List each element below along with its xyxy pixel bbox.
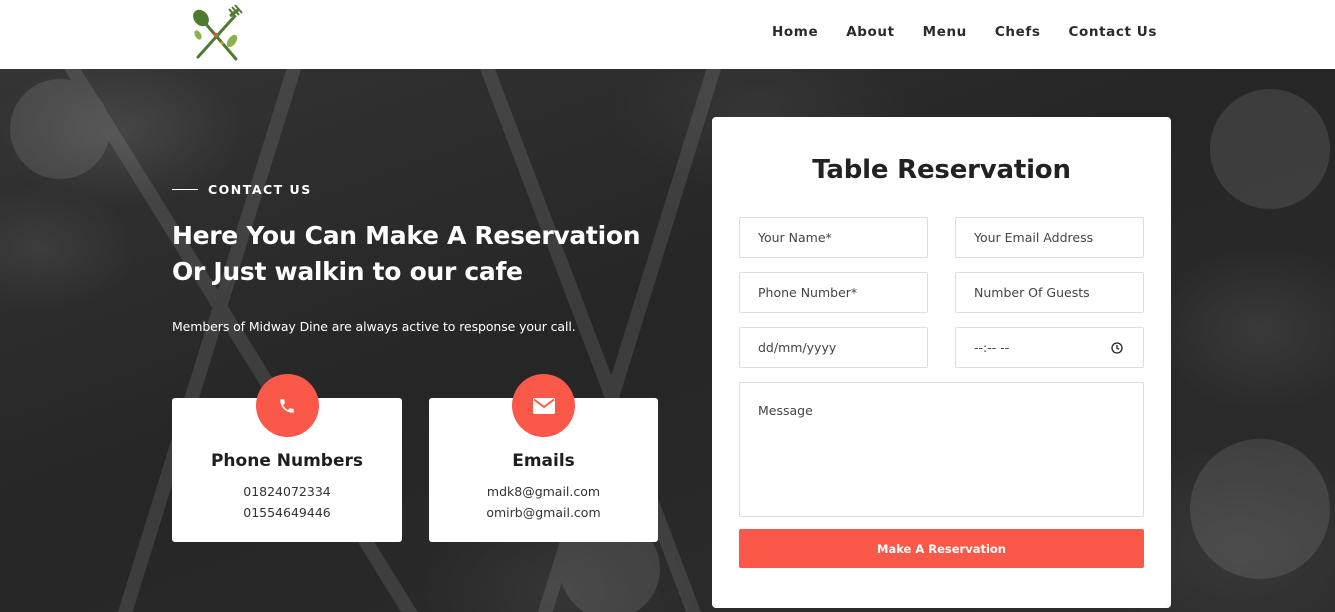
email-input[interactable] — [955, 217, 1144, 258]
reservation-form-title: Table Reservation — [812, 155, 1071, 185]
make-reservation-button[interactable]: Make A Reservation — [739, 529, 1144, 568]
fork-spoon-leaf-icon[interactable] — [186, 4, 246, 63]
emails-card: Emails mdk8@gmail.com omirb@gmail.com — [429, 374, 658, 542]
headline-line-2: Or Just walkin to our cafe — [172, 257, 523, 286]
email-address-1[interactable]: mdk8@gmail.com — [429, 484, 658, 499]
page-headline: Here You Can Make A Reservation Or Just … — [172, 218, 672, 290]
phone-number-2[interactable]: 01554649446 — [172, 505, 402, 520]
emails-card-title: Emails — [512, 451, 575, 471]
reservation-form: Table Reservation --:-- -- Make A Reserv… — [712, 117, 1171, 608]
section-eyebrow: CONTACT US — [172, 182, 312, 197]
nav-contact-us[interactable]: Contact Us — [1068, 24, 1157, 40]
headline-line-1: Here You Can Make A Reservation — [172, 221, 641, 250]
time-input[interactable]: --:-- -- — [955, 327, 1144, 368]
nav-home[interactable]: Home — [772, 24, 818, 40]
message-textarea[interactable] — [739, 382, 1144, 517]
phone-number-1[interactable]: 01824072334 — [172, 484, 402, 499]
date-input[interactable] — [739, 327, 928, 368]
contact-hero: CONTACT US Here You Can Make A Reservati… — [0, 69, 1335, 612]
time-placeholder: --:-- -- — [974, 340, 1010, 355]
phone-card-title: Phone Numbers — [210, 451, 364, 471]
guests-input[interactable] — [955, 272, 1144, 313]
eyebrow-divider — [172, 189, 198, 190]
phone-numbers-card: Phone Numbers 01824072334 01554649446 — [172, 374, 402, 542]
site-header: Home About Menu Chefs Contact Us — [0, 0, 1335, 69]
nav-about[interactable]: About — [846, 24, 894, 40]
email-address-2[interactable]: omirb@gmail.com — [429, 505, 658, 520]
eyebrow-label: CONTACT US — [208, 182, 312, 197]
envelope-icon — [512, 374, 575, 437]
contact-subtext: Members of Midway Dine are always active… — [172, 319, 576, 334]
clock-icon[interactable] — [1111, 341, 1123, 357]
phone-input[interactable] — [739, 272, 928, 313]
phone-icon — [255, 374, 319, 437]
main-nav: Home About Menu Chefs Contact Us — [772, 0, 1157, 64]
name-input[interactable] — [739, 217, 928, 258]
nav-menu[interactable]: Menu — [923, 24, 967, 40]
nav-chefs[interactable]: Chefs — [995, 24, 1041, 40]
